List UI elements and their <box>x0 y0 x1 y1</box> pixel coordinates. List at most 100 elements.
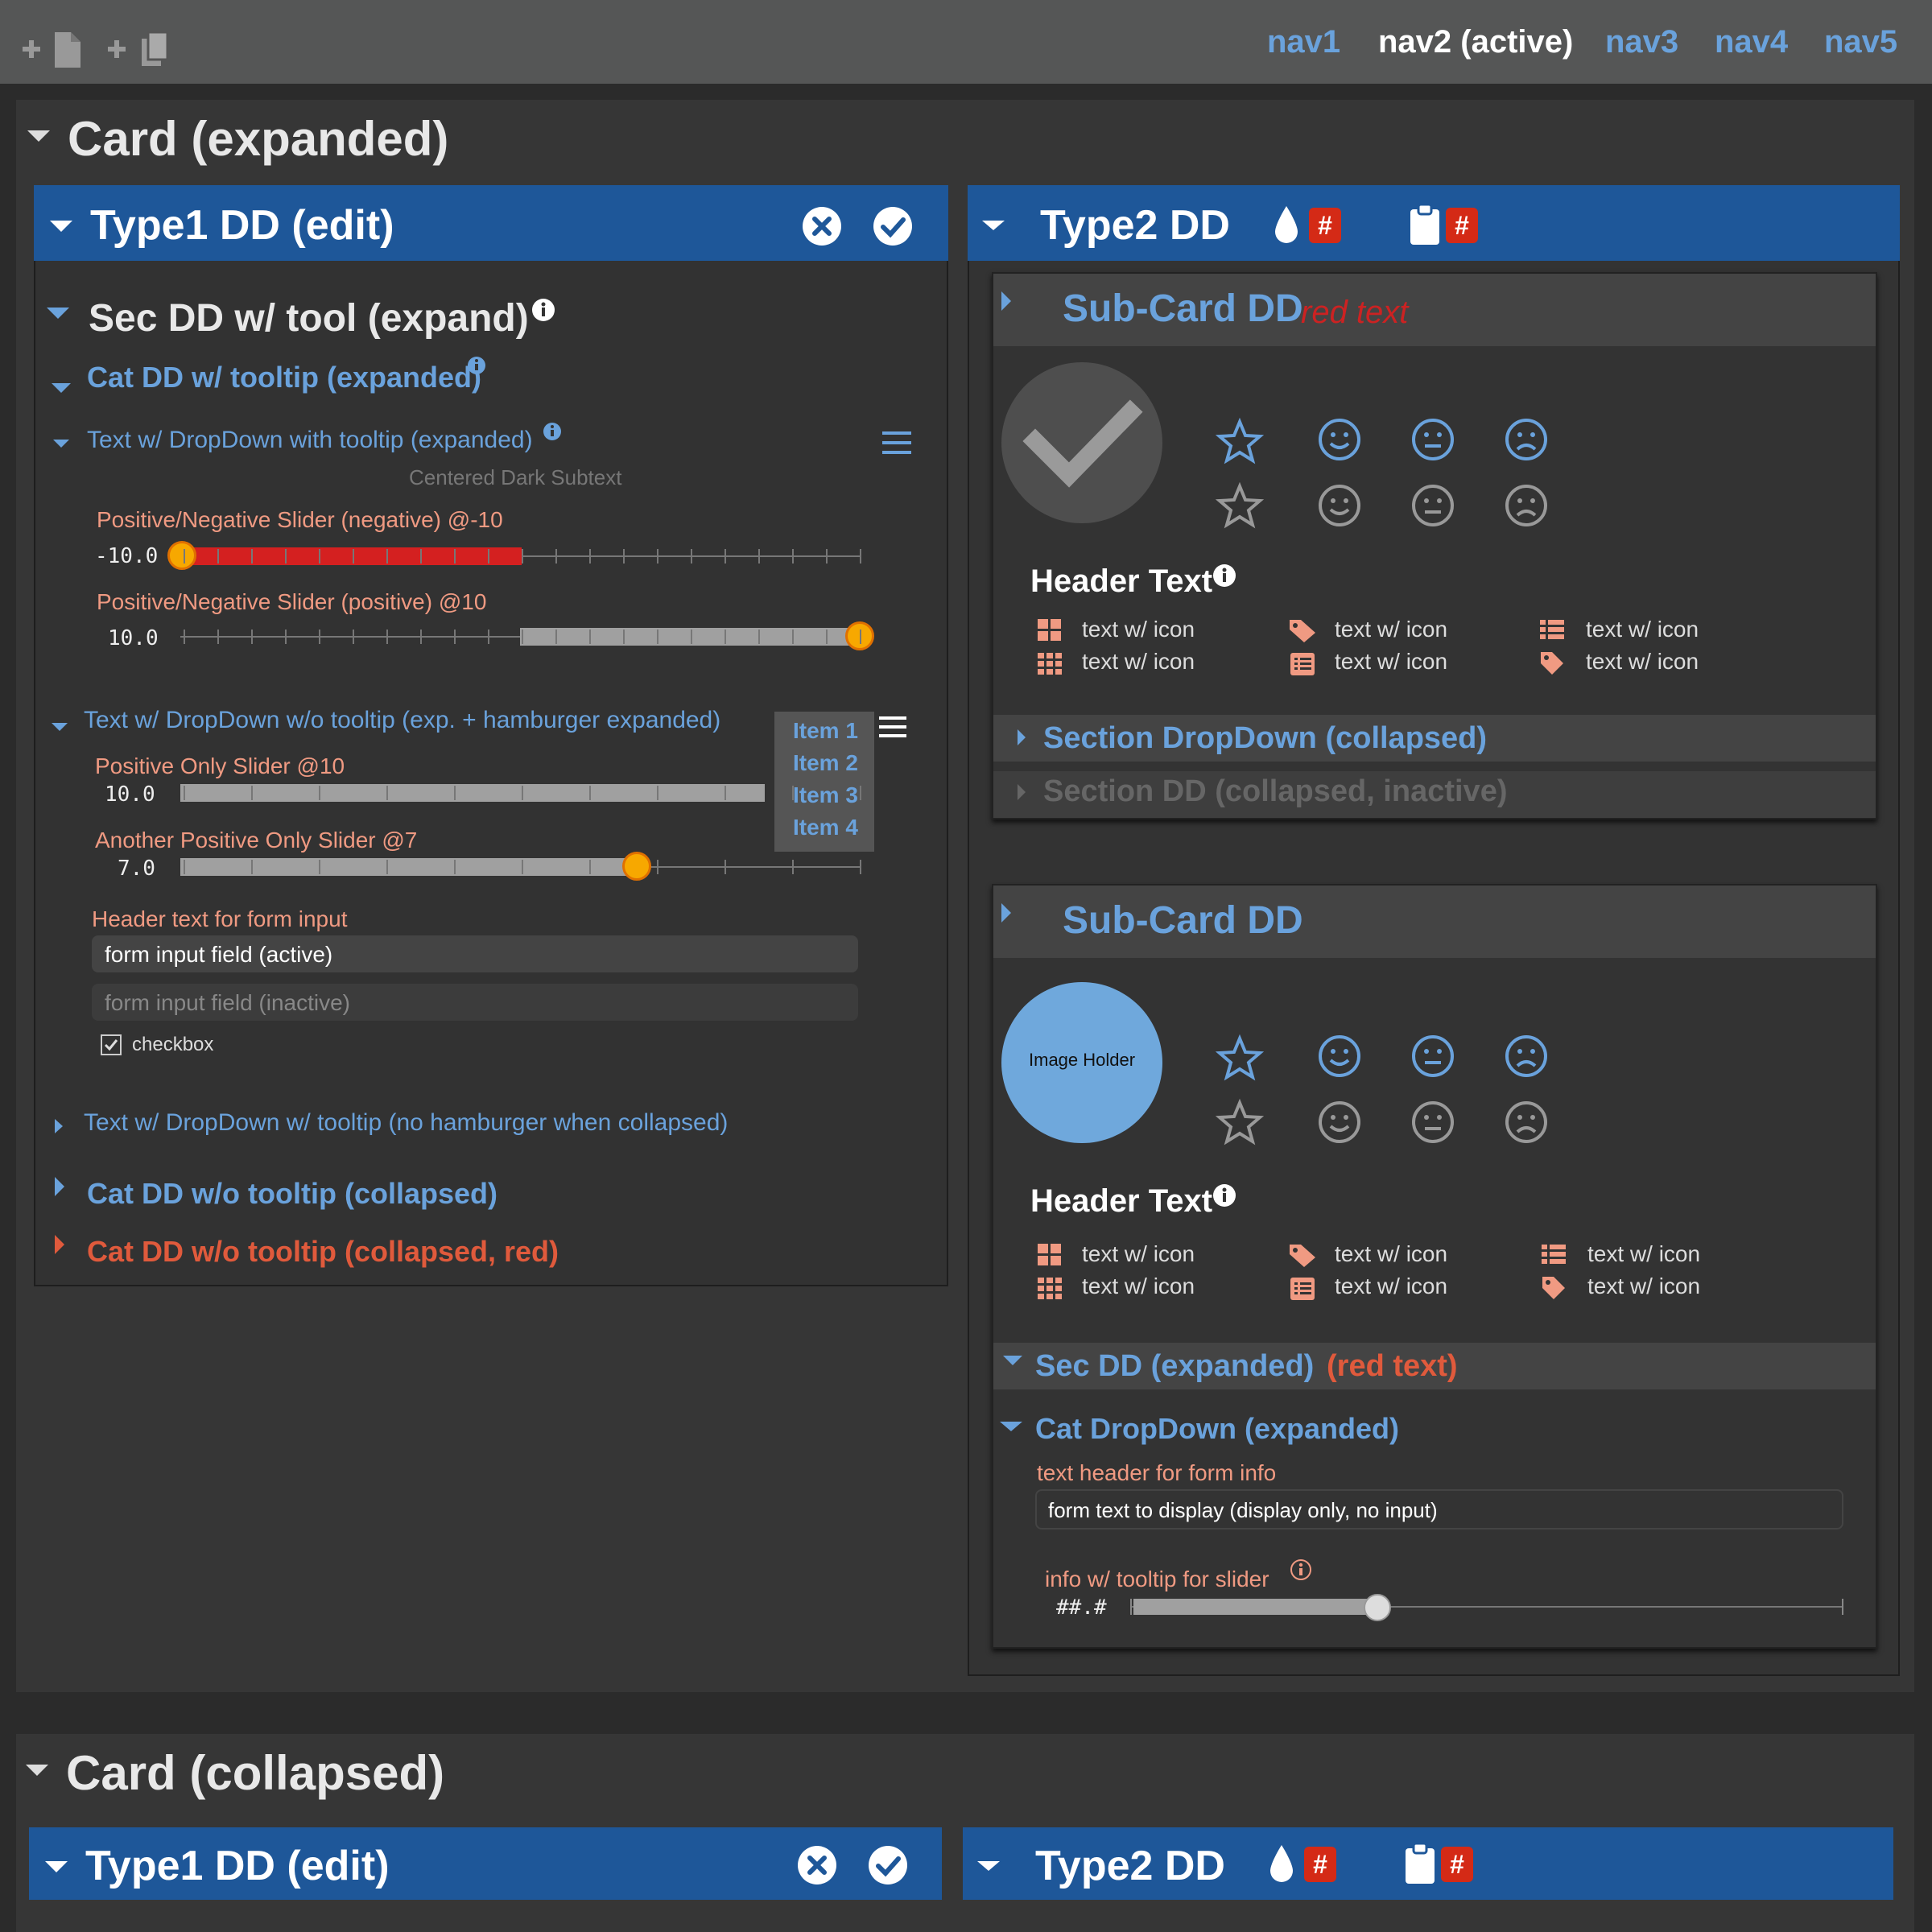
subcard-1-arrow[interactable] <box>1001 291 1011 311</box>
grid-item: text w/ icon <box>1082 649 1195 674</box>
info-icon[interactable] <box>1290 1558 1312 1581</box>
slider-tick <box>488 630 489 644</box>
confirm-icon[interactable] <box>868 1845 908 1885</box>
card2-type2-title: Type2 DD <box>1035 1843 1225 1889</box>
menu-item-3[interactable]: Item 3 <box>793 782 858 808</box>
slider-tick <box>555 549 557 564</box>
smile-icon[interactable] <box>1317 1034 1362 1079</box>
star-icon[interactable] <box>1216 481 1264 530</box>
frown-icon[interactable] <box>1504 417 1549 462</box>
slider-tick <box>589 860 591 874</box>
confirm-icon[interactable] <box>873 206 913 246</box>
card2-type1-title: Type1 DD (edit) <box>85 1843 390 1889</box>
form-header: Header text for form input <box>92 906 348 931</box>
hamburger-icon[interactable] <box>882 430 911 456</box>
another-slider-knob[interactable] <box>622 852 651 881</box>
checkbox-icon[interactable] <box>100 1034 122 1056</box>
cancel-icon[interactable] <box>797 1845 837 1885</box>
nav-item-4[interactable]: nav4 <box>1715 24 1788 60</box>
frown-icon[interactable] <box>1504 1100 1549 1145</box>
slider-tick <box>386 860 388 874</box>
info-icon[interactable] <box>1212 564 1236 588</box>
list-alt-icon <box>1290 653 1315 675</box>
nav-item-3[interactable]: nav3 <box>1605 24 1678 60</box>
slider-tick <box>657 630 658 644</box>
frown-icon[interactable] <box>1504 1034 1549 1079</box>
info-slider-track[interactable] <box>1130 1599 1843 1615</box>
info-icon[interactable] <box>543 422 562 441</box>
cat-collapse-arrow[interactable] <box>52 383 71 393</box>
menu-item-2[interactable]: Item 2 <box>793 750 858 776</box>
type2-collapse-arrow[interactable] <box>982 221 1005 230</box>
cat-collapsed-title: Cat DD w/o tooltip (collapsed) <box>87 1177 497 1210</box>
text-dd3-arrow[interactable] <box>55 1119 63 1133</box>
info-slider-knob[interactable] <box>1364 1594 1391 1621</box>
tag-icon <box>1542 1277 1565 1299</box>
smile-icon[interactable] <box>1317 417 1362 462</box>
star-icon[interactable] <box>1216 417 1264 465</box>
cat-collapsed-red-arrow[interactable] <box>55 1235 64 1254</box>
centered-subtext: Centered Dark Subtext <box>409 465 622 489</box>
frown-icon[interactable] <box>1504 483 1549 528</box>
nav-item-5[interactable]: nav5 <box>1824 24 1897 60</box>
neutral-face-icon[interactable] <box>1410 1034 1455 1079</box>
menu-item-4[interactable]: Item 4 <box>793 815 858 840</box>
card2-title: Card (collapsed) <box>66 1746 445 1800</box>
input-inactive[interactable]: form input field (inactive) <box>92 984 858 1021</box>
slider-tick <box>353 630 354 644</box>
neutral-face-icon[interactable] <box>1410 1100 1455 1145</box>
neutral-face-icon[interactable] <box>1410 483 1455 528</box>
smile-icon[interactable] <box>1317 1100 1362 1145</box>
slider-tick <box>826 549 828 564</box>
star-icon[interactable] <box>1216 1034 1264 1082</box>
pos-only-track[interactable] <box>180 784 860 802</box>
cancel-icon[interactable] <box>802 206 842 246</box>
slider-tick <box>522 786 523 800</box>
menu-item-1[interactable]: Item 1 <box>793 718 858 744</box>
slider-tick <box>353 549 354 564</box>
neutral-face-icon[interactable] <box>1410 417 1455 462</box>
subcard-2-arrow[interactable] <box>1001 903 1011 923</box>
grid-item: text w/ icon <box>1335 1274 1448 1298</box>
text-dd2-arrow[interactable] <box>52 723 68 731</box>
text-dd1-title: Text w/ DropDown with tooltip (expanded) <box>87 427 533 453</box>
slider-tick <box>589 786 591 800</box>
sec-collapse-arrow[interactable] <box>47 308 69 319</box>
grid-small-icon <box>1038 1278 1062 1299</box>
add-page-icon[interactable] <box>21 29 93 69</box>
input-active[interactable]: form input field (active) <box>92 935 858 972</box>
slider-tick <box>792 786 794 800</box>
slider-tick <box>860 549 861 564</box>
type1-collapse-arrow[interactable] <box>50 221 72 232</box>
info-icon[interactable] <box>1212 1183 1236 1208</box>
slider-tick <box>251 860 253 874</box>
add-copy-icon[interactable] <box>106 29 179 69</box>
cat-collapsed-arrow[interactable] <box>55 1177 64 1196</box>
subcard-1-red-text: red text <box>1301 295 1409 330</box>
star-icon[interactable] <box>1216 1098 1264 1146</box>
info-icon[interactable] <box>531 298 555 322</box>
card-collapse-arrow[interactable] <box>27 130 50 142</box>
droplet-icon <box>1270 1845 1293 1882</box>
slider-tick <box>860 786 861 800</box>
slider-tick <box>386 549 388 564</box>
nav-item-1[interactable]: nav1 <box>1267 24 1340 60</box>
another-slider-track[interactable] <box>180 858 860 876</box>
check-avatar-icon <box>1001 362 1162 523</box>
slider-info-label: info w/ tooltip for slider <box>1045 1567 1269 1591</box>
card2-type1-arrow[interactable] <box>45 1861 68 1872</box>
info-icon[interactable] <box>467 356 486 375</box>
sec-dd-expanded-arrow[interactable] <box>1003 1356 1022 1365</box>
card2-collapse-arrow[interactable] <box>26 1765 48 1776</box>
slider-neg-knob[interactable] <box>167 541 196 570</box>
slider-tick <box>217 630 219 644</box>
nav-item-2[interactable]: nav2 (active) <box>1378 24 1573 60</box>
card2-type2-arrow[interactable] <box>977 1861 1000 1871</box>
section-dd-arrow[interactable] <box>1018 729 1026 745</box>
grid-item: text w/ icon <box>1082 617 1195 642</box>
smile-icon[interactable] <box>1317 483 1362 528</box>
slider-tick <box>623 630 625 644</box>
text-dd1-arrow[interactable] <box>53 440 69 448</box>
hamburger-icon[interactable] <box>879 715 906 739</box>
cat-dd-expanded-arrow[interactable] <box>1000 1422 1022 1431</box>
